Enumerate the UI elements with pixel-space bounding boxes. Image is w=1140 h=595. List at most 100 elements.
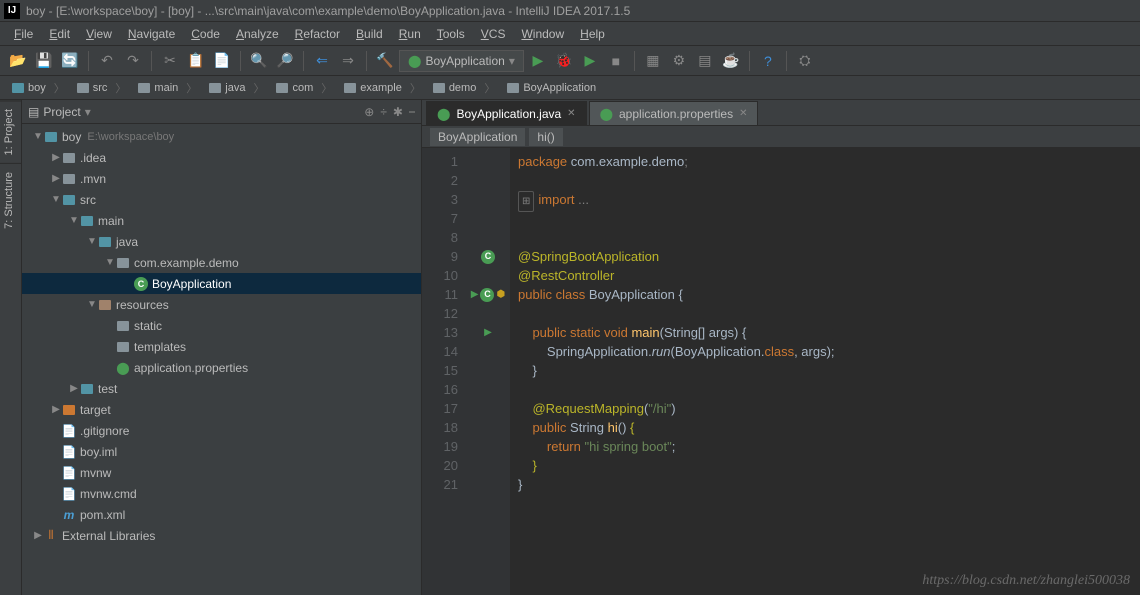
line-number: 18 — [422, 418, 458, 437]
run-config-dropdown[interactable]: ⬤ BoyApplication ▾ — [399, 50, 524, 72]
menu-analyze[interactable]: Analyze — [228, 24, 287, 44]
redo-icon[interactable]: ↷ — [121, 49, 145, 73]
menu-vcs[interactable]: VCS — [473, 24, 514, 44]
menu-tools[interactable]: Tools — [429, 24, 473, 44]
tree-item-src[interactable]: ▼src — [22, 189, 421, 210]
hide-icon[interactable]: ⎯ — [409, 104, 415, 119]
open-icon[interactable]: 📂 — [6, 49, 30, 73]
tree-item-boy-iml[interactable]: 📄boy.iml — [22, 441, 421, 462]
line-number: 1 — [422, 152, 458, 171]
tree-item-pom-xml[interactable]: mpom.xml — [22, 504, 421, 525]
run-gutter-icon[interactable]: ▶ — [471, 285, 479, 304]
coverage-icon[interactable]: ▶ — [578, 49, 602, 73]
collapse-icon[interactable]: ⊕ — [364, 105, 374, 119]
copy-icon[interactable]: 📋 — [184, 49, 208, 73]
paste-icon[interactable]: 📄 — [210, 49, 234, 73]
tree-item-com-example-demo[interactable]: ▼com.example.demo — [22, 252, 421, 273]
tab-close-icon[interactable]: ✕ — [739, 108, 747, 119]
menu-window[interactable]: Window — [513, 24, 572, 44]
run-gutter-icon[interactable]: ▶ — [484, 323, 492, 342]
tree-item-resources[interactable]: ▼resources — [22, 294, 421, 315]
tree-item-java[interactable]: ▼java — [22, 231, 421, 252]
crumb-class[interactable]: BoyApplication — [430, 128, 525, 146]
tree-item--idea[interactable]: ▶.idea — [22, 147, 421, 168]
sync-icon[interactable]: 🔄 — [58, 49, 82, 73]
menu-edit[interactable]: Edit — [41, 24, 78, 44]
menu-navigate[interactable]: Navigate — [120, 24, 183, 44]
tree-item--gitignore[interactable]: 📄.gitignore — [22, 420, 421, 441]
code-content[interactable]: package com.example.demo; ⊞import ... @S… — [510, 148, 1140, 595]
help-icon[interactable]: ? — [756, 49, 780, 73]
gear-icon[interactable]: ✱ — [393, 105, 403, 119]
spring-icon[interactable]: C — [481, 250, 495, 264]
tree-item-target[interactable]: ▶target — [22, 399, 421, 420]
project-panel-header: ▤ Project ▾ ⊕ ÷ ✱ ⎯ — [22, 100, 421, 124]
settings-icon[interactable]: ⚙ — [667, 49, 691, 73]
tree-item-test[interactable]: ▶test — [22, 378, 421, 399]
menu-run[interactable]: Run — [391, 24, 429, 44]
tab-close-icon[interactable]: ✕ — [567, 108, 575, 119]
line-number: 19 — [422, 437, 458, 456]
intellij-icon: IJ — [4, 3, 20, 19]
find-icon[interactable]: 🔍 — [247, 49, 271, 73]
debug-icon[interactable]: 🐞 — [552, 49, 576, 73]
separator — [749, 51, 750, 71]
crumb-method[interactable]: hi() — [529, 128, 562, 146]
fold-icon[interactable]: ⊞ — [518, 191, 534, 212]
menu-refactor[interactable]: Refactor — [287, 24, 348, 44]
stop-icon[interactable]: ■ — [604, 49, 628, 73]
tree-item--mvn[interactable]: ▶.mvn — [22, 168, 421, 189]
tree-item-mvnw[interactable]: 📄mvnw — [22, 462, 421, 483]
save-icon[interactable]: 💾 — [32, 49, 56, 73]
line-number: 13 — [422, 323, 458, 342]
menu-file[interactable]: File — [6, 24, 41, 44]
breadcrumb-java[interactable]: java — [203, 78, 270, 98]
replace-icon[interactable]: 🔎 — [273, 49, 297, 73]
line-number: 21 — [422, 475, 458, 494]
run-config-label: BoyApplication — [425, 54, 504, 68]
tree-item-application-properties[interactable]: ⬤application.properties — [22, 357, 421, 378]
tree-item-main[interactable]: ▼main — [22, 210, 421, 231]
scroll-icon[interactable]: ÷ — [380, 105, 387, 119]
build-icon[interactable]: 🔨 — [373, 49, 397, 73]
line-number: 2 — [422, 171, 458, 190]
navigation-bar: boysrcmainjavacomexampledemoBoyApplicati… — [0, 76, 1140, 100]
editor-tab-application-properties[interactable]: ⬤application.properties✕ — [589, 101, 759, 125]
breadcrumb-boyapplication[interactable]: BoyApplication — [501, 80, 610, 96]
menu-code[interactable]: Code — [183, 24, 228, 44]
breadcrumb-boy[interactable]: boy — [6, 78, 71, 98]
structure-icon[interactable]: ▦ — [641, 49, 665, 73]
tree-item-boyapplication[interactable]: CBoyApplication — [22, 273, 421, 294]
breadcrumb-demo[interactable]: demo — [427, 78, 502, 98]
web-icon[interactable]: ⬢ — [496, 285, 505, 304]
editor-breadcrumb: BoyApplication hi() — [422, 126, 1140, 148]
more-icon[interactable]: ⛭ — [793, 49, 817, 73]
cut-icon[interactable]: ✂ — [158, 49, 182, 73]
undo-icon[interactable]: ↶ — [95, 49, 119, 73]
back-icon[interactable]: ⇐ — [310, 49, 334, 73]
side-tab-7-structure[interactable]: 7: Structure — [0, 163, 21, 237]
spring-icon[interactable]: C — [480, 288, 494, 302]
tree-item-static[interactable]: static — [22, 315, 421, 336]
tree-item-templates[interactable]: templates — [22, 336, 421, 357]
breadcrumb-com[interactable]: com — [270, 78, 338, 98]
menu-help[interactable]: Help — [572, 24, 613, 44]
run-icon[interactable]: ▶ — [526, 49, 550, 73]
code-editor[interactable]: 123789101112131415161718192021 C ▶C⬢ ▶ p… — [422, 148, 1140, 595]
tree-item-boy[interactable]: ▼boyE:\workspace\boy — [22, 126, 421, 147]
sdk-icon[interactable]: ☕ — [719, 49, 743, 73]
breadcrumb-src[interactable]: src — [71, 78, 133, 98]
side-tab-1-project[interactable]: 1: Project — [0, 100, 21, 163]
tree-item-external-libraries[interactable]: ▶⦀External Libraries — [22, 525, 421, 546]
tree-item-mvnw-cmd[interactable]: 📄mvnw.cmd — [22, 483, 421, 504]
project-tree[interactable]: ▼boyE:\workspace\boy▶.idea▶.mvn▼src▼main… — [22, 124, 421, 595]
menu-view[interactable]: View — [78, 24, 120, 44]
dropdown-icon[interactable]: ▾ — [85, 105, 91, 119]
breadcrumb-example[interactable]: example — [338, 78, 427, 98]
forward-icon[interactable]: ⇒ — [336, 49, 360, 73]
menu-build[interactable]: Build — [348, 24, 391, 44]
editor-tab-boyapplication-java[interactable]: ⬤BoyApplication.java✕ — [426, 101, 587, 125]
line-numbers: 123789101112131415161718192021 — [422, 148, 466, 595]
project-structure-icon[interactable]: ▤ — [693, 49, 717, 73]
breadcrumb-main[interactable]: main — [132, 78, 203, 98]
